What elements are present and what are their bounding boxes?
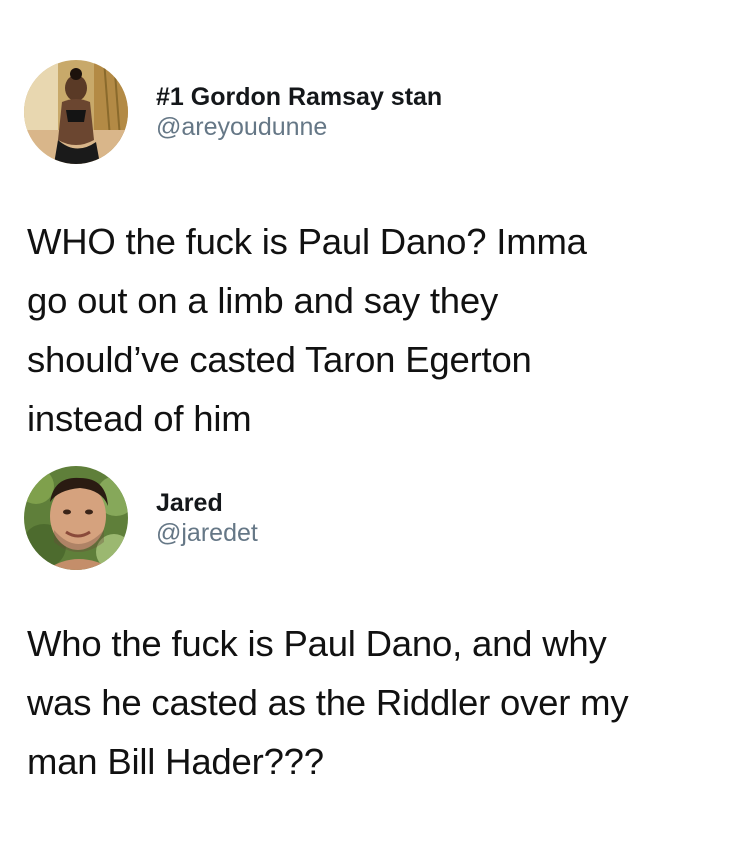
author-names: Jared @jaredet: [156, 488, 258, 548]
display-name[interactable]: #1 Gordon Ramsay stan: [156, 82, 442, 112]
tweet-text-line: man Bill Hader???: [27, 741, 324, 782]
tweet-text-line: should’ve casted Taron Egerton: [27, 339, 532, 380]
tweet-header: #1 Gordon Ramsay stan @areyoudunne: [24, 60, 442, 164]
tweet-text-line: was he casted as the Riddler over my: [27, 682, 629, 723]
display-name[interactable]: Jared: [156, 488, 258, 518]
avatar[interactable]: [24, 466, 128, 570]
tweet-text-line: instead of him: [27, 398, 252, 439]
handle[interactable]: @jaredet: [156, 518, 258, 548]
tweet-text-line: Who the fuck is Paul Dano, and why: [27, 623, 607, 664]
avatar-photo: [24, 60, 128, 164]
tweet-text-line: WHO the fuck is Paul Dano? Imma: [27, 221, 587, 262]
tweet-text: WHO the fuck is Paul Dano? Imma go out o…: [27, 212, 727, 448]
author-names: #1 Gordon Ramsay stan @areyoudunne: [156, 82, 442, 142]
avatar[interactable]: [24, 60, 128, 164]
tweet-text: Who the fuck is Paul Dano, and why was h…: [27, 614, 727, 791]
avatar-photo: [24, 466, 128, 570]
tweet-text-line: go out on a limb and say they: [27, 280, 499, 321]
handle[interactable]: @areyoudunne: [156, 112, 442, 142]
tweet-header: Jared @jaredet: [24, 466, 258, 570]
